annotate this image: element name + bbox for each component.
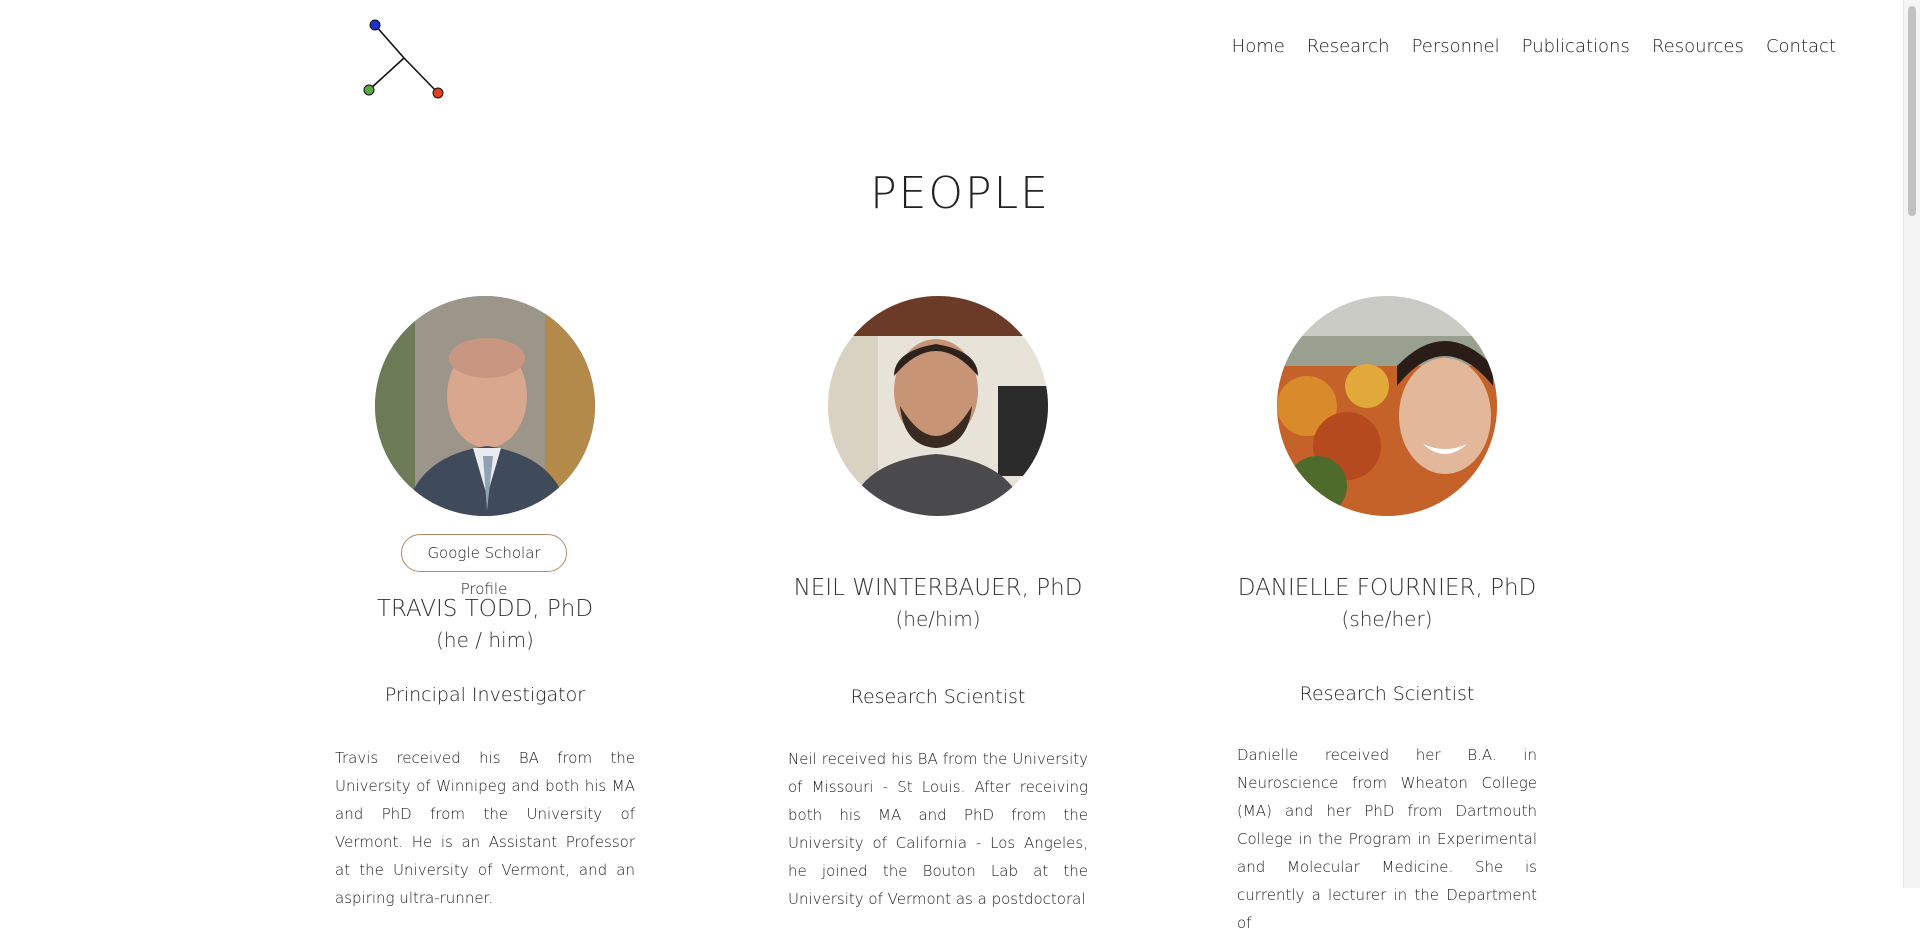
google-scholar-button[interactable]: Google Scholar Profile bbox=[401, 534, 567, 598]
person-bio-danielle: Danielle received her B.A. in Neuroscien… bbox=[1237, 746, 1537, 932]
person-name-neil: NEIL WINTERBAUER, PhD bbox=[793, 575, 1083, 601]
person-pronouns-danielle: (she/her) bbox=[1341, 607, 1433, 631]
person-photo-danielle bbox=[1277, 296, 1497, 516]
person-name-travis: TRAVIS TODD, PhD bbox=[376, 596, 594, 622]
person-role-neil: Research Scientist bbox=[850, 686, 1026, 708]
person-name-danielle: DANIELLE FOURNIER, PhD bbox=[1237, 575, 1537, 601]
lab-logo[interactable] bbox=[360, 14, 448, 102]
person-bio-travis: Travis received his BA from the Universi… bbox=[335, 749, 635, 907]
page-title: PEOPLE bbox=[870, 168, 1050, 219]
nav-resources[interactable]: Resources bbox=[1652, 36, 1744, 57]
person-role-danielle: Research Scientist bbox=[1299, 683, 1475, 705]
person-photo-neil bbox=[828, 296, 1048, 516]
person-pronouns-neil: (he/him) bbox=[895, 607, 981, 631]
nav-home[interactable]: Home bbox=[1232, 36, 1285, 57]
person-photo-travis bbox=[375, 296, 595, 516]
main-nav: Home Research Personnel Publications Res… bbox=[1215, 36, 1836, 62]
scrollbar-thumb[interactable] bbox=[1908, 6, 1916, 216]
page-scrollbar[interactable] bbox=[1903, 0, 1920, 888]
nav-contact[interactable]: Contact bbox=[1766, 36, 1836, 57]
person-role-travis: Principal Investigator bbox=[384, 684, 586, 706]
nav-personnel[interactable]: Personnel bbox=[1412, 36, 1500, 57]
person-pronouns-travis: (he / him) bbox=[436, 628, 534, 652]
nav-publications[interactable]: Publications bbox=[1522, 36, 1630, 57]
nav-research[interactable]: Research bbox=[1307, 36, 1390, 57]
